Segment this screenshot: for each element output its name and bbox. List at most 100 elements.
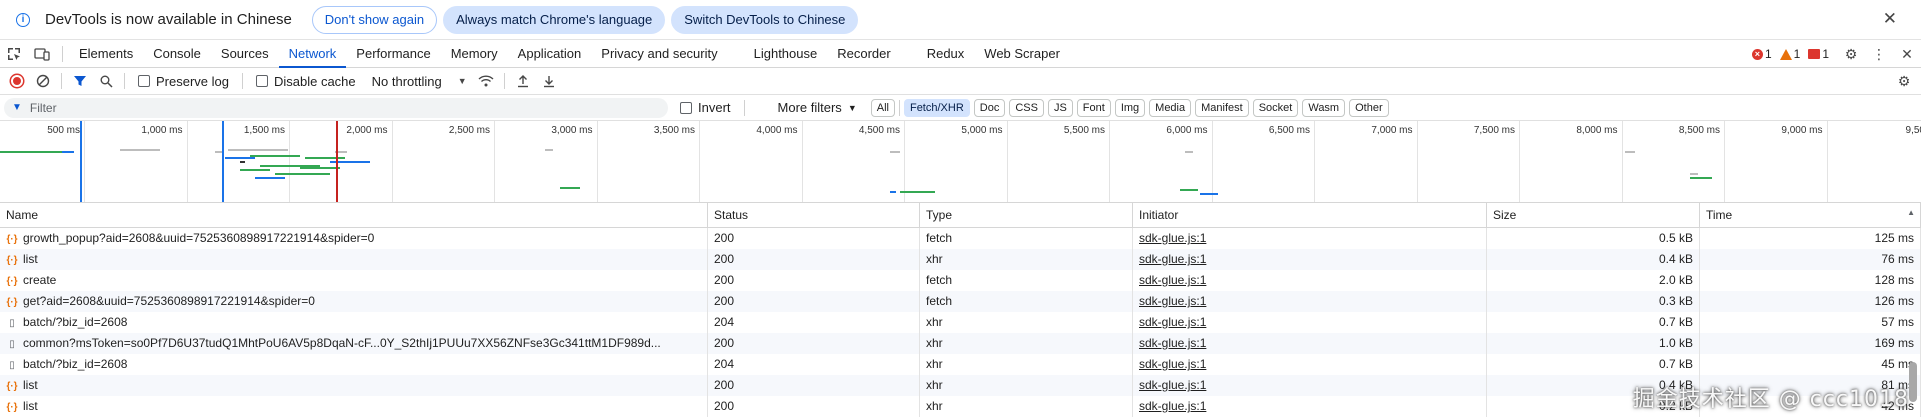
search-icon[interactable] [93, 68, 119, 94]
chip-socket[interactable]: Socket [1252, 98, 1299, 117]
settings-gear-icon[interactable]: ⚙ [1837, 40, 1865, 68]
checkbox-box[interactable] [255, 75, 268, 87]
tab-redux[interactable]: Redux [917, 40, 975, 68]
tab-memory[interactable]: Memory [441, 40, 508, 68]
tab-recorder[interactable]: Recorder [827, 40, 900, 68]
document-request-icon: ▯ [9, 339, 15, 350]
request-name-cell[interactable]: {·} growth_popup?aid=2608&uuid=7525360898… [0, 228, 708, 249]
chip-wasm[interactable]: Wasm [1302, 98, 1346, 117]
type-cell: xhr [920, 333, 1133, 354]
initiator-link[interactable]: sdk-glue.js:1 [1139, 231, 1206, 245]
table-row[interactable]: ▯ batch/?biz_id=2608 204 xhr sdk-glue.js:1 0.… [0, 312, 1921, 333]
type-cell: xhr [920, 396, 1133, 417]
initiator-link[interactable]: sdk-glue.js:1 [1139, 294, 1206, 308]
initiator-link[interactable]: sdk-glue.js:1 [1139, 336, 1206, 350]
network-conditions-icon[interactable] [473, 68, 499, 94]
timeline-tick-label: 5,000 ms [961, 125, 1003, 136]
request-name-cell[interactable]: ▯ batch/?biz_id=2608 [0, 312, 708, 333]
chip-fetch-xhr[interactable]: Fetch/XHR [903, 98, 970, 117]
always-match-language-button[interactable]: Always match Chrome's language [443, 5, 666, 34]
chip-img[interactable]: Img [1114, 98, 1146, 117]
tab-performance[interactable]: Performance [346, 40, 440, 68]
warnings-counter[interactable]: 1 [1779, 47, 1801, 61]
preserve-log-checkbox[interactable]: Preserve log [138, 74, 229, 89]
request-name-cell[interactable]: {·} list [0, 396, 708, 417]
initiator-link[interactable]: sdk-glue.js:1 [1139, 357, 1206, 371]
request-name-cell[interactable]: {·} list [0, 249, 708, 270]
request-name: list [23, 378, 38, 392]
network-overview-timeline[interactable]: 500 ms 1,000 ms 1,500 ms 2,000 ms 2,500 ms 3,… [0, 121, 1921, 203]
table-row[interactable]: {·} list 200 xhr sdk-glue.js:1 0.4 kB 76 ms [0, 249, 1921, 270]
record-icon[interactable] [4, 68, 30, 94]
checkbox-box[interactable] [680, 101, 692, 114]
import-har-icon[interactable] [510, 68, 536, 94]
chip-css[interactable]: CSS [1009, 98, 1044, 117]
invert-checkbox[interactable]: Invert [680, 100, 731, 115]
column-header-type[interactable]: Type [920, 203, 1133, 227]
more-options-icon[interactable]: ⋮ [1865, 40, 1893, 68]
table-row[interactable]: {·} growth_popup?aid=2608&uuid=7525360898… [0, 228, 1921, 249]
request-name-cell[interactable]: {·} create [0, 270, 708, 291]
errors-counter[interactable]: × 1 [1751, 47, 1772, 61]
filter-field[interactable]: ▼ [4, 97, 668, 118]
tab-web-scraper[interactable]: Web Scraper [974, 40, 1070, 68]
dont-show-again-button[interactable]: Don't show again [311, 5, 438, 34]
chip-all[interactable]: All [870, 98, 895, 117]
disable-cache-checkbox[interactable]: Disable cache [255, 74, 356, 89]
switch-to-chinese-button[interactable]: Switch DevTools to Chinese [671, 5, 859, 34]
chip-media[interactable]: Media [1149, 98, 1192, 117]
close-icon[interactable]: ✕ [1883, 9, 1897, 29]
initiator-link[interactable]: sdk-glue.js:1 [1139, 378, 1206, 392]
chip-font[interactable]: Font [1076, 98, 1111, 117]
column-header-initiator[interactable]: Initiator [1133, 203, 1487, 227]
request-name-cell[interactable]: ▯ common?msToken=so0Pf7D6U37tudQ1MhtPoU6A… [0, 333, 708, 354]
initiator-cell: sdk-glue.js:1 [1133, 249, 1487, 270]
network-settings-gear-icon[interactable]: ⚙ [1891, 68, 1917, 94]
filter-input[interactable] [29, 100, 630, 115]
table-row[interactable]: {·} get?aid=2608&uuid=7525360898917221914… [0, 291, 1921, 312]
tab-sources[interactable]: Sources [211, 40, 279, 68]
timeline-tick-label: 2,500 ms [448, 125, 490, 136]
column-header-time[interactable]: Time [1700, 203, 1921, 227]
warnings-count: 1 [1793, 47, 1801, 61]
chip-other[interactable]: Other [1349, 98, 1389, 117]
initiator-cell: sdk-glue.js:1 [1133, 396, 1487, 417]
clear-icon[interactable] [30, 68, 56, 94]
column-header-name[interactable]: Name [0, 203, 708, 227]
initiator-link[interactable]: sdk-glue.js:1 [1139, 273, 1206, 287]
request-name-cell[interactable]: ▯ batch/?biz_id=2608 [0, 354, 708, 375]
tab-application[interactable]: Application [508, 40, 592, 68]
chip-manifest[interactable]: Manifest [1195, 98, 1249, 117]
tab-network[interactable]: Network [278, 40, 347, 68]
tab-lighthouse[interactable]: Lighthouse [744, 40, 828, 68]
more-filters-dropdown[interactable]: More filters ▼ [778, 100, 857, 115]
chip-js[interactable]: JS [1047, 98, 1073, 117]
close-devtools-icon[interactable]: ✕ [1893, 40, 1921, 68]
chip-doc[interactable]: Doc [973, 98, 1006, 117]
initiator-link[interactable]: sdk-glue.js:1 [1139, 399, 1206, 413]
tab-console[interactable]: Console [143, 40, 211, 68]
table-row[interactable]: ▯ batch/?biz_id=2608 204 xhr sdk-glue.js:1 0.… [0, 354, 1921, 375]
column-header-size[interactable]: Size [1487, 203, 1700, 227]
time-cell: 128 ms [1700, 270, 1921, 291]
scroll-up-arrow-icon[interactable]: ▲ [1907, 208, 1915, 217]
timeline-gridline [391, 121, 393, 202]
throttling-select[interactable]: No throttling ▼ [372, 74, 467, 89]
tab-privacy-security[interactable]: Privacy and security [591, 40, 727, 68]
column-header-status[interactable]: Status [708, 203, 920, 227]
export-har-icon[interactable] [536, 68, 562, 94]
device-toolbar-icon[interactable] [28, 40, 56, 68]
vertical-scrollbar[interactable] [1909, 362, 1917, 402]
issues-counter[interactable]: 1 [1808, 47, 1829, 61]
initiator-link[interactable]: sdk-glue.js:1 [1139, 315, 1206, 329]
checkbox-box[interactable] [138, 75, 150, 87]
request-name-cell[interactable]: {·} get?aid=2608&uuid=7525360898917221914… [0, 291, 708, 312]
tab-elements[interactable]: Elements [69, 40, 143, 68]
request-name-cell[interactable]: {·} list [0, 375, 708, 396]
table-row[interactable]: {·} create 200 fetch sdk-glue.js:1 2.0 kB 128 … [0, 270, 1921, 291]
initiator-link[interactable]: sdk-glue.js:1 [1139, 252, 1206, 266]
filter-funnel-icon[interactable] [67, 68, 93, 94]
timeline-gridline [1416, 121, 1418, 202]
table-row[interactable]: ▯ common?msToken=so0Pf7D6U37tudQ1MhtPoU6A… [0, 333, 1921, 354]
inspect-element-icon[interactable] [0, 40, 28, 68]
